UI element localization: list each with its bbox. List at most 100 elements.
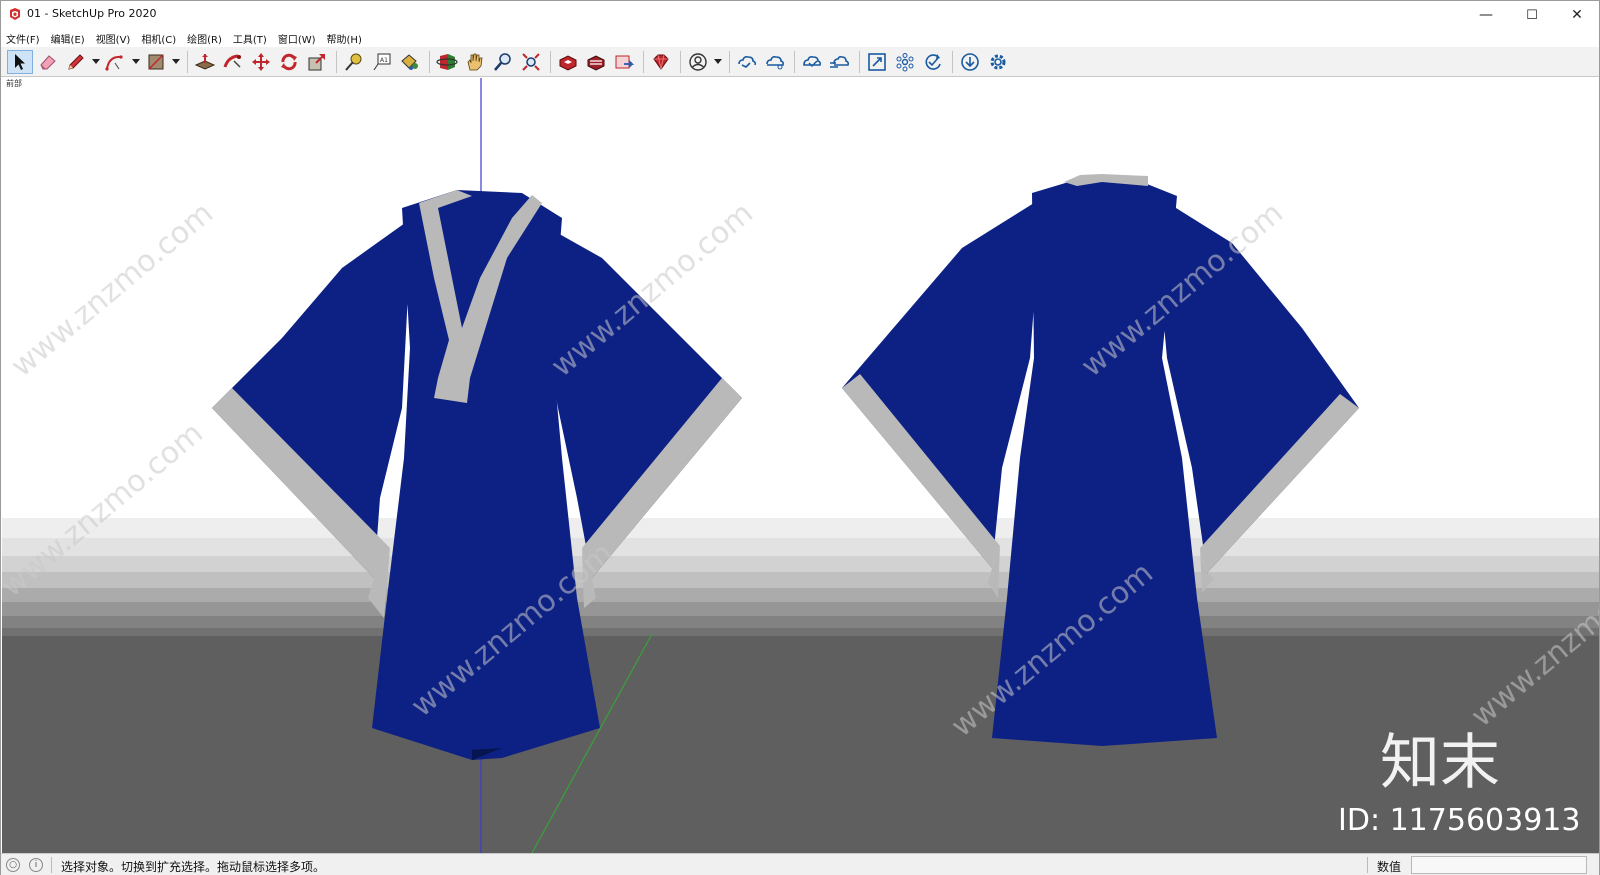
arc-tool-button[interactable] (103, 50, 129, 74)
follow-me-icon (223, 54, 241, 68)
scene-tab-label[interactable]: 前部 (6, 78, 22, 89)
pencil-icon (68, 53, 84, 70)
orbit-icon (436, 53, 458, 70)
select-tool-button[interactable] (7, 49, 33, 74)
cloud-upload-icon (803, 55, 822, 67)
scale-icon (308, 53, 325, 70)
status-message: 选择对象。切换到扩充选择。拖动鼠标选择多项。 (61, 860, 326, 874)
menu-edit[interactable]: 编辑(E) (51, 31, 85, 46)
rectangle-icon (148, 53, 164, 70)
orbit-tool-button[interactable] (434, 50, 460, 74)
settings-icon (990, 54, 1006, 69)
menu-camera[interactable]: 相机(C) (141, 31, 176, 46)
profile-button[interactable] (685, 50, 711, 74)
components-button[interactable] (892, 50, 918, 74)
text-tool-button[interactable]: A1 (369, 50, 395, 74)
text-icon: A1 (373, 53, 391, 70)
geolocation-icon[interactable]: ○ (6, 858, 20, 872)
cloud-sync-icon (830, 55, 850, 68)
fit-view-button[interactable] (864, 50, 890, 74)
trimble-share-icon (766, 55, 785, 69)
scene-canvas[interactable]: www.znzmo.com www.znzmo.com www.znzmo.co… (2, 78, 1599, 853)
toolbar-separator (859, 50, 860, 73)
extension-warehouse-icon (587, 54, 605, 71)
arc-icon (105, 54, 123, 71)
rectangle-dropdown[interactable] (171, 50, 181, 74)
minimize-icon: — (1479, 7, 1493, 23)
toolbar-separator (794, 50, 795, 73)
cloud-sync-button[interactable] (827, 50, 853, 74)
maximize-button[interactable]: ☐ (1509, 1, 1555, 29)
horizon-bands (2, 518, 1599, 636)
sky (2, 78, 1599, 518)
menu-window[interactable]: 窗口(W) (278, 31, 316, 46)
chevron-down-icon (172, 58, 180, 64)
tape-measure-tool-button[interactable] (341, 50, 367, 74)
zoom-tool-button[interactable] (490, 50, 516, 74)
select-icon (15, 53, 25, 70)
tape-measure-icon (345, 53, 362, 71)
model-viewport[interactable]: www.znzmo.com www.znzmo.com www.znzmo.co… (2, 78, 1599, 853)
send-to-layout-button[interactable] (611, 50, 637, 74)
follow-me-tool-button[interactable] (220, 50, 246, 74)
rectangle-tool-button[interactable] (143, 50, 169, 74)
check-button[interactable] (920, 50, 946, 74)
zoom-icon (494, 52, 511, 71)
extension-warehouse-button[interactable] (583, 50, 609, 74)
settings-button[interactable] (985, 50, 1011, 74)
ruby-console-button[interactable] (648, 50, 674, 74)
scale-tool-button[interactable] (304, 50, 330, 74)
download-button[interactable] (957, 50, 983, 74)
brand-mark: 知末 (1380, 728, 1500, 798)
pan-tool-button[interactable] (462, 50, 488, 74)
info-icon[interactable]: i (29, 858, 43, 872)
paint-bucket-tool-button[interactable] (397, 50, 423, 74)
3d-warehouse-button[interactable] (555, 50, 581, 74)
menu-view[interactable]: 视图(V) (96, 31, 131, 46)
push-pull-tool-button[interactable] (192, 50, 218, 74)
measurements-label: 数值 (1377, 860, 1402, 874)
zoom-extents-tool-button[interactable] (518, 50, 544, 74)
move-tool-button[interactable] (248, 50, 274, 74)
toolbar-separator (550, 50, 551, 73)
toolbar-separator (187, 50, 188, 73)
pencil-dropdown[interactable] (91, 50, 101, 74)
zoom-extents-icon (522, 52, 540, 71)
move-icon (252, 52, 270, 71)
arc-dropdown[interactable] (131, 50, 141, 74)
components-icon (896, 52, 914, 71)
main-toolbar: A1 (1, 47, 1599, 77)
chevron-down-icon (92, 58, 100, 64)
rotate-icon (281, 53, 297, 70)
window-title: 01 - SketchUp Pro 2020 (27, 7, 157, 20)
rotate-tool-button[interactable] (276, 50, 302, 74)
eraser-icon (40, 54, 56, 69)
eraser-tool-button[interactable] (35, 50, 61, 74)
toolbar-separator (952, 50, 953, 73)
menu-file[interactable]: 文件(F) (6, 31, 40, 46)
sketchup-logo-icon (10, 8, 20, 20)
profile-dropdown[interactable] (713, 50, 723, 74)
close-button[interactable]: ✕ (1554, 1, 1600, 29)
trimble-share-button[interactable] (762, 50, 788, 74)
measurements-input[interactable] (1411, 856, 1587, 874)
svg-text:A1: A1 (380, 57, 388, 64)
toolbar-separator (643, 50, 644, 73)
status-separator (51, 857, 52, 873)
paint-bucket-icon (401, 53, 418, 70)
toolbar-separator (729, 50, 730, 73)
sketchup-window: 01 - SketchUp Pro 2020 — ☐ ✕ 文件(F) 编辑(E)… (0, 0, 1600, 875)
menu-tools[interactable]: 工具(T) (233, 31, 267, 46)
pencil-tool-button[interactable] (63, 50, 89, 74)
cloud-upload-button[interactable] (799, 50, 825, 74)
minimize-button[interactable]: — (1463, 1, 1509, 29)
pan-icon (467, 53, 483, 70)
trimble-connect-icon (738, 55, 757, 68)
menu-help[interactable]: 帮助(H) (327, 31, 362, 46)
chevron-down-icon (714, 58, 722, 64)
trimble-connect-button[interactable] (734, 50, 760, 74)
menu-bar: 文件(F) 编辑(E) 视图(V) 相机(C) 绘图(R) 工具(T) 窗口(W… (1, 29, 1599, 47)
check-icon (925, 53, 941, 70)
toolbar-separator (429, 50, 430, 73)
menu-draw[interactable]: 绘图(R) (187, 31, 222, 46)
